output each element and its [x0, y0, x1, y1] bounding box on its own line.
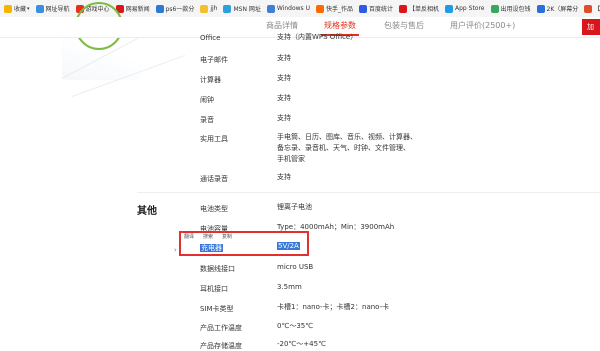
bookmark-item[interactable]: 快手_作品 — [314, 0, 357, 17]
bookmark-item[interactable]: 收藏 ▾ — [0, 0, 34, 17]
section-divider — [137, 192, 600, 193]
spec-label-sim-type: SIM卡类型 — [200, 305, 234, 313]
bookmark-label: 网易新闻 — [125, 6, 150, 13]
bookmark-label: 百度统计 — [368, 6, 393, 13]
bookmark-favicon-icon — [315, 4, 324, 13]
spec-label-call-recording: 通话录音 — [200, 175, 228, 183]
spec-value-office: 支持（内置WPS Office） — [277, 33, 358, 41]
bookmark-favicon-icon — [35, 4, 44, 13]
tab-reviews[interactable]: 用户评价(2500+) — [450, 20, 515, 31]
spec-value-headphone-jack: 3.5mm — [277, 283, 302, 291]
spec-value-data-port: micro USB — [277, 263, 314, 271]
spec-value-battery-type: 锂离子电池 — [277, 203, 312, 211]
spec-label-email: 电子邮件 — [200, 56, 228, 64]
spec-label-calculator: 计算器 — [200, 76, 221, 84]
section-title-other: 其他 — [137, 206, 157, 217]
bookmark-favicon-icon — [490, 4, 499, 13]
spec-label-alarm: 闹钟 — [200, 96, 214, 104]
spec-label-battery-type: 电池类型 — [200, 205, 228, 213]
bookmark-label: 2K（屏幕分 — [546, 6, 579, 13]
spec-value-tools: 手电筒、日历、图库、音乐、视频、计算器、 备忘录、录音机、天气、时钟、文件管理、… — [277, 133, 417, 163]
bookmark-item[interactable]: Windows U — [265, 0, 314, 17]
spec-label-recording: 录音 — [200, 116, 214, 124]
spec-value-recording: 支持 — [277, 114, 291, 122]
bookmark-item[interactable]: App Store — [443, 0, 489, 17]
tab-details[interactable]: 商品详情 — [266, 20, 298, 31]
bookmark-favicon-icon — [266, 4, 275, 13]
bookmark-label: MSN 网址 — [233, 6, 261, 13]
bookmark-favicon-icon — [445, 4, 454, 13]
spec-value-calculator: 支持 — [277, 74, 291, 82]
spec-value-email: 支持 — [277, 54, 291, 62]
bookmark-favicon-icon — [223, 4, 232, 13]
bookmark-item[interactable]: 【单反相机 — [397, 0, 443, 17]
bookmark-label: ps6一款分 — [165, 6, 195, 13]
spec-label-tools: 实用工具 — [200, 135, 228, 143]
bookmark-favicon-icon — [155, 4, 164, 13]
bookmark-favicon-icon — [200, 4, 209, 13]
spec-value-alarm: 支持 — [277, 94, 291, 102]
bookmark-favicon-icon — [399, 4, 407, 13]
bookmark-label: 出用设包钱 — [500, 6, 531, 13]
text-cursor-icon: › — [174, 246, 177, 254]
bookmark-item[interactable]: jjh — [198, 0, 221, 17]
bookmark-item[interactable]: 2K（屏幕分 — [535, 0, 583, 17]
spec-value-call-recording: 支持 — [277, 173, 291, 181]
tab-packaging[interactable]: 包装与售后 — [384, 20, 424, 31]
bookmark-label: 【单反相机 — [409, 6, 440, 13]
bookmark-label: 收藏 — [14, 6, 27, 13]
chevron-down-icon: ▾ — [27, 5, 30, 12]
highlight-annotation-box — [179, 231, 309, 256]
tab-specs[interactable]: 规格参数 — [324, 20, 356, 31]
spec-label-office: Office — [200, 34, 221, 42]
bookmark-label: 快手_作品 — [325, 6, 353, 13]
bookmark-favicon-icon — [4, 4, 12, 13]
bookmark-favicon-icon — [584, 4, 593, 13]
spec-label-headphone-jack: 耳机接口 — [200, 285, 228, 293]
bookmark-item[interactable]: ps6一款分 — [154, 0, 199, 17]
spec-value-storage-temp: -20℃～+45℃ — [277, 340, 326, 348]
bookmark-favicon-icon — [536, 4, 545, 13]
bookmark-item[interactable]: MSN 网址 — [221, 0, 264, 17]
bookmark-favicon-icon — [358, 4, 367, 13]
spec-label-operating-temp: 产品工作温度 — [200, 324, 242, 332]
bookmark-label: Windows U — [276, 5, 310, 12]
bookmark-label: 网址导航 — [45, 6, 70, 13]
bookmark-label: App Store — [455, 5, 485, 12]
add-to-cart-button[interactable]: 加 — [582, 19, 600, 35]
spec-value-sim-type: 卡槽1：nano-卡；卡槽2：nano-卡 — [277, 303, 390, 311]
spec-label-storage-temp: 产品存储温度 — [200, 342, 242, 350]
bookmark-item[interactable]: 百度统计 — [357, 0, 397, 17]
bookmark-item[interactable]: 出用设包钱 — [489, 0, 535, 17]
spec-value-operating-temp: 0℃～35℃ — [277, 322, 314, 330]
spec-label-data-port: 数据线接口 — [200, 265, 235, 273]
bookmark-label: jjh — [210, 5, 218, 12]
bookmark-label: 【能倍 18x — [594, 6, 600, 13]
bookmark-item[interactable]: 【能倍 18x — [582, 0, 600, 17]
bookmark-item[interactable]: 网址导航 — [34, 0, 74, 17]
